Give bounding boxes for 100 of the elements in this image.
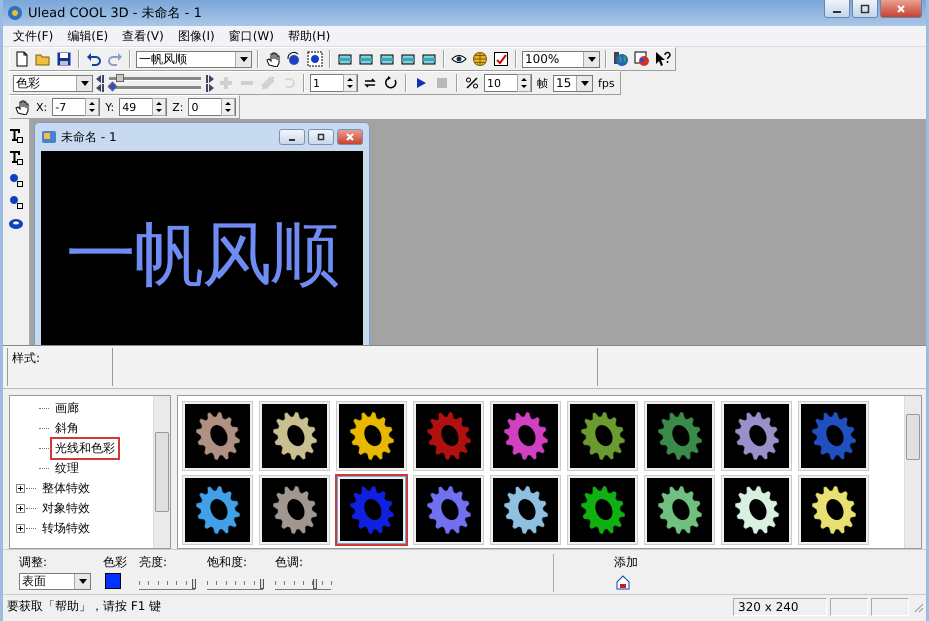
globe-icon[interactable] — [471, 50, 489, 68]
maximize-button[interactable] — [308, 129, 334, 145]
menu-item[interactable]: 帮助(H) — [282, 28, 336, 44]
scrollbar[interactable] — [153, 396, 170, 548]
gear-thumbnail[interactable] — [259, 475, 330, 545]
maximize-icon — [316, 132, 326, 142]
toolbar-label: fps — [597, 76, 616, 90]
gear-thumbnail[interactable] — [567, 475, 638, 545]
sphere-frame-icon[interactable] — [7, 193, 25, 211]
style-label: 样式: — [12, 351, 40, 365]
close-button[interactable] — [880, 0, 922, 18]
spin-field[interactable]: 1 — [310, 74, 358, 92]
gear-thumbnail[interactable] — [644, 401, 715, 471]
gear-thumbnail[interactable] — [182, 475, 253, 545]
maximize-button[interactable] — [852, 0, 878, 18]
dropdown-arrow-icon — [78, 579, 86, 584]
checkmark-icon[interactable] — [492, 50, 510, 68]
canvas-size: 320 x 240 — [733, 598, 827, 616]
menu-item[interactable]: 文件(F) — [7, 28, 60, 44]
minimize-button[interactable] — [824, 0, 850, 18]
scrollbar[interactable] — [904, 396, 921, 548]
status-pane — [830, 598, 868, 616]
tree-item[interactable]: 整体特效 — [37, 476, 95, 500]
step-back-icon[interactable] — [96, 74, 106, 82]
spin-field[interactable]: 0 — [188, 98, 236, 116]
step-forward-icon[interactable] — [204, 74, 214, 82]
color-label: 色彩 — [103, 554, 127, 571]
menu-item[interactable]: 编辑(E) — [61, 28, 114, 44]
gear-thumbnail[interactable] — [721, 475, 792, 545]
text-frame-icon[interactable] — [7, 149, 25, 167]
hand-icon[interactable] — [264, 50, 282, 68]
spin-arrows-icon — [85, 98, 100, 116]
minimize-icon — [833, 10, 841, 12]
spin-field[interactable]: -7 — [52, 98, 100, 116]
toolbar-label: 帧 — [536, 76, 549, 90]
expand-icon[interactable] — [16, 484, 25, 492]
dropdown-field[interactable]: 表面 — [19, 573, 91, 590]
gear-thumbnail[interactable] — [644, 475, 715, 545]
dropdown-field[interactable]: 15 — [553, 74, 593, 92]
save-icon[interactable] — [55, 50, 73, 68]
dropdown-field[interactable]: 100% — [522, 50, 600, 68]
slider-label: 亮度: — [139, 554, 168, 571]
select-icon[interactable] — [306, 50, 324, 68]
minimize-button[interactable] — [279, 129, 305, 145]
dropdown-arrow-icon — [240, 56, 248, 62]
gear-thumbnail[interactable] — [490, 401, 561, 471]
document-icon — [41, 129, 57, 145]
earth-icon[interactable] — [612, 50, 630, 68]
status-pane — [871, 598, 909, 616]
step-forward-icon[interactable] — [204, 84, 214, 92]
tree-item[interactable]: 光线和色彩 — [50, 436, 120, 460]
gear-thumbnail[interactable] — [413, 401, 484, 471]
document-title: 未命名 - 1 — [61, 128, 117, 146]
gear-thumbnail[interactable] — [259, 401, 330, 471]
expand-icon[interactable] — [16, 524, 25, 532]
close-icon — [896, 4, 906, 14]
tree-item[interactable]: 对象特效 — [37, 496, 95, 520]
spin-arrows-icon — [343, 74, 357, 92]
gear-thumbnail[interactable] — [721, 401, 792, 471]
tree-item[interactable]: 画廊 — [50, 396, 84, 420]
gear-thumbnail[interactable] — [567, 401, 638, 471]
minimize-icon — [289, 139, 295, 141]
color-swatch[interactable] — [105, 573, 121, 589]
help-icon[interactable] — [654, 50, 672, 68]
gear-thumbnail[interactable] — [182, 401, 253, 471]
tree-item[interactable]: 转场特效 — [37, 516, 95, 540]
dropdown-field[interactable]: 色彩 — [13, 74, 93, 92]
gear-thumbnail[interactable] — [336, 475, 407, 545]
menu-item[interactable]: 查看(V) — [116, 28, 170, 44]
status-message: 要获取「帮助」，请按 F1 键 — [7, 598, 162, 615]
expand-icon[interactable] — [16, 504, 25, 512]
app-logo-icon — [7, 5, 23, 21]
resize-grip-icon — [912, 600, 924, 612]
gear-thumbnail[interactable] — [413, 475, 484, 545]
gear-thumbnail[interactable] — [798, 401, 869, 471]
menu-item[interactable]: 窗口(W) — [222, 28, 280, 44]
tree-item[interactable]: 斜角 — [50, 416, 84, 440]
toolbar-label: Y: — [104, 100, 116, 114]
menu-item[interactable]: 图像(I) — [172, 28, 221, 44]
spin-arrows-icon — [221, 98, 236, 116]
spin-field[interactable]: 49 — [119, 98, 168, 116]
gear-thumbnail[interactable] — [490, 475, 561, 545]
spin-field[interactable]: 10 — [484, 74, 532, 92]
sphere-frame-icon[interactable] — [7, 171, 25, 189]
slider-label: 饱和度: — [207, 554, 248, 571]
dropdown-field[interactable]: 一帆风顺 — [136, 50, 252, 68]
step-back-icon[interactable] — [96, 84, 106, 92]
tree-item[interactable]: 纹理 — [50, 456, 84, 480]
gear-thumbnail[interactable] — [336, 401, 407, 471]
toolbar-label: Z: — [171, 100, 184, 114]
palette-icon[interactable] — [633, 50, 651, 68]
window-title: Ulead COOL 3D - 未命名 - 1 — [28, 5, 202, 22]
close-button[interactable] — [337, 129, 363, 145]
text-frame-icon[interactable] — [7, 127, 25, 145]
gear-thumbnail[interactable] — [798, 475, 869, 545]
hand-icon[interactable] — [13, 98, 31, 116]
adjust-label: 调整: — [19, 554, 48, 571]
house-icon[interactable] — [614, 573, 632, 591]
dropdown-arrow-icon — [80, 80, 88, 86]
spin-arrows-icon — [517, 74, 531, 92]
